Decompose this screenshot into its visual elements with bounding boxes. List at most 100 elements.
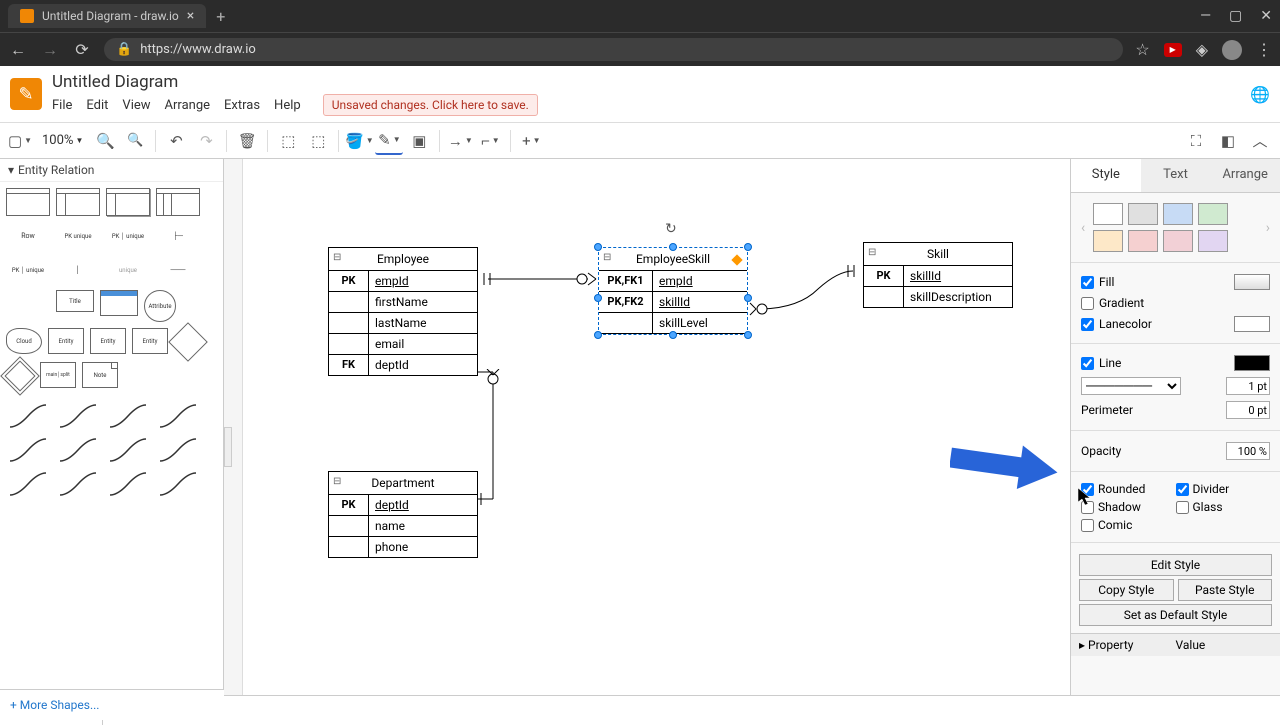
star-icon[interactable]: ☆ — [1135, 40, 1149, 59]
undo-icon[interactable]: ↶ — [162, 127, 190, 155]
shape-diamond2[interactable] — [0, 356, 40, 396]
shape-connector[interactable] — [6, 470, 50, 498]
fill-checkbox[interactable] — [1081, 276, 1094, 289]
more-shapes-button[interactable]: + More Shapes... — [0, 689, 224, 720]
collapse-icon[interactable]: ⊟ — [333, 252, 341, 263]
shape-row[interactable]: Row — [6, 222, 50, 250]
close-icon[interactable]: × — [187, 8, 194, 24]
collapse-icon[interactable]: ⊟ — [333, 476, 341, 487]
entity-skill[interactable]: ⊟Skill PKskillId skillDescription — [863, 242, 1013, 308]
shape-connector[interactable] — [56, 470, 100, 498]
shape-table3[interactable] — [106, 188, 150, 216]
collapse-panel-icon[interactable]: ︿ — [1246, 127, 1274, 155]
menu-file[interactable]: File — [52, 98, 72, 113]
color-swatch[interactable] — [1093, 230, 1123, 252]
zoom-select[interactable]: 100%▼ — [36, 133, 89, 148]
shape-pk[interactable]: PK unique — [56, 222, 100, 250]
line-color-chip[interactable] — [1234, 355, 1270, 371]
redo-icon[interactable]: ↷ — [192, 127, 220, 155]
shape-entity2[interactable]: Entity — [90, 328, 126, 354]
copy-style-button[interactable]: Copy Style — [1079, 579, 1174, 601]
color-swatch[interactable] — [1198, 203, 1228, 225]
new-tab-button[interactable]: + — [216, 7, 225, 26]
shape-pk2[interactable]: PK │ unique — [106, 222, 150, 250]
sidebar-section-entity[interactable]: ▾ Entity Relation — [0, 159, 223, 182]
shape-text[interactable]: unique — [106, 256, 150, 284]
sidebar-splitter[interactable] — [224, 427, 232, 467]
paste-style-button[interactable]: Paste Style — [1178, 579, 1273, 601]
entity-employeeskill[interactable]: ⊟EmployeeSkill PK,FK1empId PK,FK2skillId… — [598, 247, 748, 335]
set-default-style-button[interactable]: Set as Default Style — [1079, 604, 1272, 626]
view-mode-button[interactable]: ▢▼ — [6, 127, 34, 155]
color-swatch[interactable] — [1128, 230, 1158, 252]
canvas[interactable]: ↻ ⊟Employee PKempId firstName lastName e… — [224, 159, 1070, 695]
swatch-prev-icon[interactable]: ‹ — [1079, 220, 1087, 236]
insert-icon[interactable]: +▼ — [517, 127, 545, 155]
line-checkbox[interactable] — [1081, 357, 1094, 370]
entity-department[interactable]: ⊟Department PKdeptId name phone — [328, 471, 478, 558]
properties-header[interactable]: ▸ Property Value — [1071, 633, 1280, 656]
format-panel-icon[interactable]: ◧ — [1214, 127, 1242, 155]
entity-employee[interactable]: ⊟Employee PKempId firstName lastName ema… — [328, 247, 478, 376]
shadow-icon[interactable]: ▣ — [405, 127, 433, 155]
maximize-icon[interactable]: ▢ — [1229, 8, 1242, 24]
tab-arrange[interactable]: Arrange — [1210, 159, 1280, 192]
shape-connector[interactable] — [6, 402, 50, 430]
rotate-handle-icon[interactable]: ↻ — [665, 221, 677, 237]
fullscreen-icon[interactable]: ⛶ — [1182, 127, 1210, 155]
zoom-out-icon[interactable]: 🔍 — [121, 127, 149, 155]
color-swatch[interactable] — [1198, 230, 1228, 252]
address-bar[interactable]: 🔒 https://www.draw.io — [104, 38, 1123, 61]
connection-point-icon[interactable] — [731, 254, 742, 265]
menu-help[interactable]: Help — [274, 98, 301, 113]
shape-connector[interactable] — [6, 436, 50, 464]
opacity-input[interactable] — [1226, 442, 1270, 460]
color-swatch[interactable] — [1128, 203, 1158, 225]
tab-text[interactable]: Text — [1141, 159, 1211, 192]
connector-employee-empskill[interactable] — [478, 269, 598, 289]
fill-color-icon[interactable]: 🪣▼ — [345, 127, 373, 155]
color-swatch[interactable] — [1163, 230, 1193, 252]
shape-connector[interactable] — [106, 436, 150, 464]
shape-note[interactable]: Note — [82, 362, 118, 388]
shape-pk3[interactable]: PK │ unique — [6, 256, 50, 284]
shape-connector[interactable] — [56, 402, 100, 430]
line-color-icon[interactable]: ✎▼ — [375, 127, 403, 155]
shape-titled1[interactable]: Title — [56, 290, 94, 312]
youtube-icon[interactable]: ▶ — [1164, 43, 1182, 57]
shape-circle[interactable]: Attribute — [144, 290, 176, 322]
extension-icon[interactable]: ◈ — [1196, 40, 1208, 59]
shape-vline[interactable]: │ — [56, 256, 100, 284]
minimize-icon[interactable]: — — [1200, 8, 1211, 24]
shape-connector[interactable] — [106, 402, 150, 430]
collapse-icon[interactable]: ⊟ — [603, 252, 611, 263]
collapse-icon[interactable]: ⊟ — [868, 247, 876, 258]
shape-entity1[interactable]: Entity — [48, 328, 84, 354]
color-swatch[interactable] — [1093, 203, 1123, 225]
gradient-checkbox[interactable] — [1081, 297, 1094, 310]
edit-style-button[interactable]: Edit Style — [1079, 554, 1272, 576]
avatar[interactable] — [1222, 40, 1242, 60]
line-width-input[interactable] — [1226, 377, 1270, 395]
shape-connector[interactable] — [156, 470, 200, 498]
comic-checkbox[interactable] — [1081, 519, 1094, 532]
unsaved-banner[interactable]: Unsaved changes. Click here to save. — [323, 94, 538, 116]
shape-connector[interactable] — [106, 470, 150, 498]
shape-titled2[interactable] — [100, 290, 138, 316]
divider-checkbox[interactable] — [1176, 483, 1189, 496]
fill-color-chip[interactable] — [1234, 274, 1270, 290]
shape-table4[interactable] — [156, 188, 200, 216]
glass-checkbox[interactable] — [1176, 501, 1189, 514]
menu-extras[interactable]: Extras — [224, 98, 260, 113]
lanecolor-checkbox[interactable] — [1081, 318, 1094, 331]
shape-table2[interactable] — [56, 188, 100, 216]
shape-connector[interactable] — [56, 436, 100, 464]
back-icon[interactable]: ← — [8, 40, 28, 60]
connector-dept-employee[interactable] — [478, 369, 508, 509]
line-style-select[interactable]: ─────── — [1081, 377, 1181, 395]
browser-tab[interactable]: Untitled Diagram - draw.io × — [8, 4, 206, 28]
menu-edit[interactable]: Edit — [86, 98, 108, 113]
shape-split[interactable]: main│split — [40, 362, 76, 388]
swatch-next-icon[interactable]: › — [1264, 220, 1272, 236]
shape-connector[interactable] — [156, 436, 200, 464]
